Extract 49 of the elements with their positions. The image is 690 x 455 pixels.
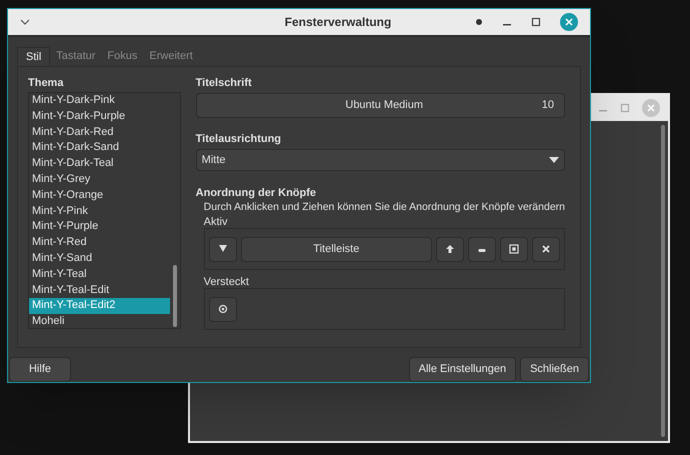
- sticky-button[interactable]: [208, 296, 237, 322]
- scrollbar[interactable]: [172, 265, 177, 327]
- theme-list-item[interactable]: Moheli: [29, 314, 170, 330]
- group-label: Aktiv: [204, 216, 228, 228]
- close-icon: [541, 244, 551, 254]
- section-label: Anordnung der Knöpfe: [196, 186, 318, 200]
- section-label: Titelausrichtung: [196, 132, 282, 147]
- font-size: 10: [542, 98, 554, 114]
- menu-button[interactable]: [208, 236, 237, 262]
- dialog-button[interactable]: Alle Einstellungen: [408, 357, 516, 382]
- titlebar-button[interactable]: Titelleiste: [240, 236, 432, 262]
- arrow-up-icon: [445, 244, 455, 254]
- dialog-button[interactable]: Hilfe: [9, 357, 71, 382]
- section-label: Thema: [28, 76, 64, 91]
- theme-list-item[interactable]: Mint-Y-Orange: [29, 188, 170, 204]
- maximize-icon[interactable]: [531, 17, 541, 27]
- theme-list-item[interactable]: Mint-Y-Red: [29, 235, 170, 251]
- font-button[interactable]: Ubuntu Medium 10: [196, 93, 565, 118]
- theme-list-item[interactable]: Mint-Y-Dark-Red: [29, 124, 170, 140]
- theme-list-item[interactable]: Mint-Y-Dark-Pink: [29, 93, 170, 109]
- theme-list-item[interactable]: Mint-Y-Grey: [29, 172, 170, 188]
- theme-list-item[interactable]: Mint-Y-Purple: [29, 219, 170, 236]
- theme-list-item[interactable]: Mint-Y-Teal: [29, 266, 170, 283]
- dropdown-arrow-icon: [549, 157, 559, 163]
- section-label: Titelschrift: [196, 76, 253, 91]
- scrollbar[interactable]: [661, 125, 665, 437]
- dot-icon[interactable]: [475, 18, 483, 26]
- theme-list-item[interactable]: Mint-Y-Dark-Purple: [29, 108, 170, 125]
- minimize-button[interactable]: [468, 236, 496, 262]
- alignment-dropdown[interactable]: Mitte: [196, 149, 565, 171]
- above-button[interactable]: [436, 236, 464, 262]
- maximize-icon: [509, 244, 519, 254]
- window-title: Fensterverwaltung: [284, 14, 392, 31]
- circle-dot-icon: [218, 304, 228, 314]
- theme-list-item[interactable]: Mint-Y-Sand: [29, 250, 170, 267]
- theme-list-item[interactable]: Mint-Y-Dark-Teal: [29, 156, 170, 172]
- group-label: Versteckt: [204, 276, 250, 288]
- chevron-down-icon[interactable]: [20, 18, 30, 26]
- tab[interactable]: Stil: [17, 47, 50, 66]
- maximize-button[interactable]: [500, 236, 528, 262]
- close-button[interactable]: [532, 236, 560, 262]
- theme-list-item[interactable]: Mint-Y-Pink: [29, 204, 170, 220]
- menu-triangle-icon: [218, 244, 228, 254]
- dialog-button[interactable]: Schließen: [520, 357, 589, 382]
- theme-list-item[interactable]: Mint-Y-Dark-Sand: [29, 140, 170, 156]
- close-icon[interactable]: [560, 13, 578, 31]
- font-name: Ubuntu Medium: [344, 98, 424, 114]
- hint-text: Durch Anklicken und Ziehen können Sie die Anordnung der Knöpfe verändern: [204, 200, 565, 215]
- theme-list-item[interactable]: Mint-Y-Teal-Edit: [29, 282, 170, 298]
